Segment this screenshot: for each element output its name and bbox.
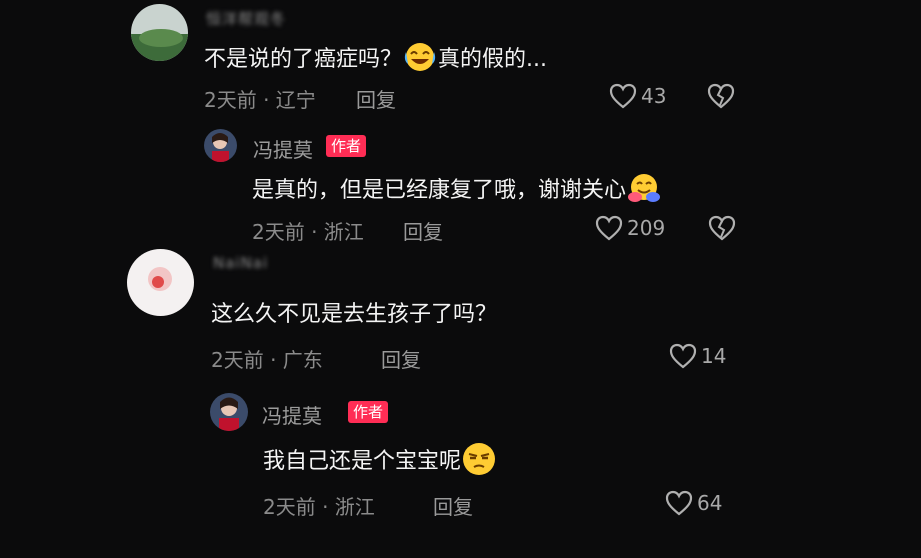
author-badge: 作者 [326, 135, 367, 157]
avatar[interactable] [127, 249, 194, 316]
reply-meta: 2天前 · 浙江 [263, 495, 375, 519]
comment-text-tail: 真的假的... [438, 47, 547, 72]
reply-text: 是真的，但是已经康复了哦，谢谢关心 [252, 172, 661, 210]
like-count: 209 [627, 216, 666, 240]
laughing-tears-emoji-icon [402, 42, 438, 78]
comment-meta: 2天前 · 辽宁 [204, 88, 316, 112]
reply-button[interactable]: 回复 [403, 216, 443, 245]
comment-meta: 2天前 · 广东 [211, 348, 323, 372]
author-avatar[interactable] [210, 393, 248, 431]
username[interactable]: NaiNai [213, 254, 268, 272]
comment-text: 不是说的了癌症吗？ 真的假的... [204, 41, 547, 78]
heart-icon [669, 343, 697, 369]
broken-heart-icon [708, 215, 736, 241]
heart-icon [665, 490, 693, 516]
dislike-button[interactable] [707, 83, 735, 113]
comment-text-head: 不是说的了癌症吗？ [204, 47, 403, 72]
comment-text: 这么久不见是去生孩子了吗？ [211, 302, 498, 327]
avatar-image [131, 4, 188, 61]
reply-text-content: 我自己还是个宝宝呢 [263, 449, 462, 474]
author-name[interactable]: 冯提莫 [253, 134, 313, 163]
reply-button[interactable]: 回复 [356, 84, 396, 113]
like-count: 43 [641, 84, 667, 108]
like-button[interactable]: 64 [665, 490, 722, 516]
like-count: 14 [701, 344, 727, 368]
author-badge: 作者 [348, 401, 389, 423]
author-name[interactable]: 冯提莫 [262, 400, 322, 429]
avatar[interactable] [131, 4, 188, 61]
broken-heart-icon [707, 83, 735, 109]
heart-icon [595, 215, 623, 241]
reply-button[interactable]: 回复 [433, 491, 473, 520]
reply-meta: 2天前 · 浙江 [252, 220, 364, 244]
reply-text: 我自己还是个宝宝呢 [263, 442, 497, 482]
unamused-face-emoji-icon [461, 442, 497, 482]
reply-button[interactable]: 回复 [381, 344, 421, 373]
author-avatar-image [204, 129, 237, 162]
like-button[interactable]: 14 [669, 343, 726, 369]
heart-icon [609, 83, 637, 109]
dislike-button[interactable] [708, 215, 736, 245]
author-avatar[interactable] [204, 129, 237, 162]
username[interactable]: 恒洋帮观冬 [206, 8, 286, 29]
like-button[interactable]: 209 [595, 215, 665, 241]
like-button[interactable]: 43 [609, 83, 666, 109]
avatar-image [127, 249, 194, 316]
author-avatar-image [210, 393, 248, 431]
like-count: 64 [697, 491, 723, 515]
hugging-face-emoji-icon [626, 172, 661, 210]
reply-text-content: 是真的，但是已经康复了哦，谢谢关心 [252, 178, 627, 203]
